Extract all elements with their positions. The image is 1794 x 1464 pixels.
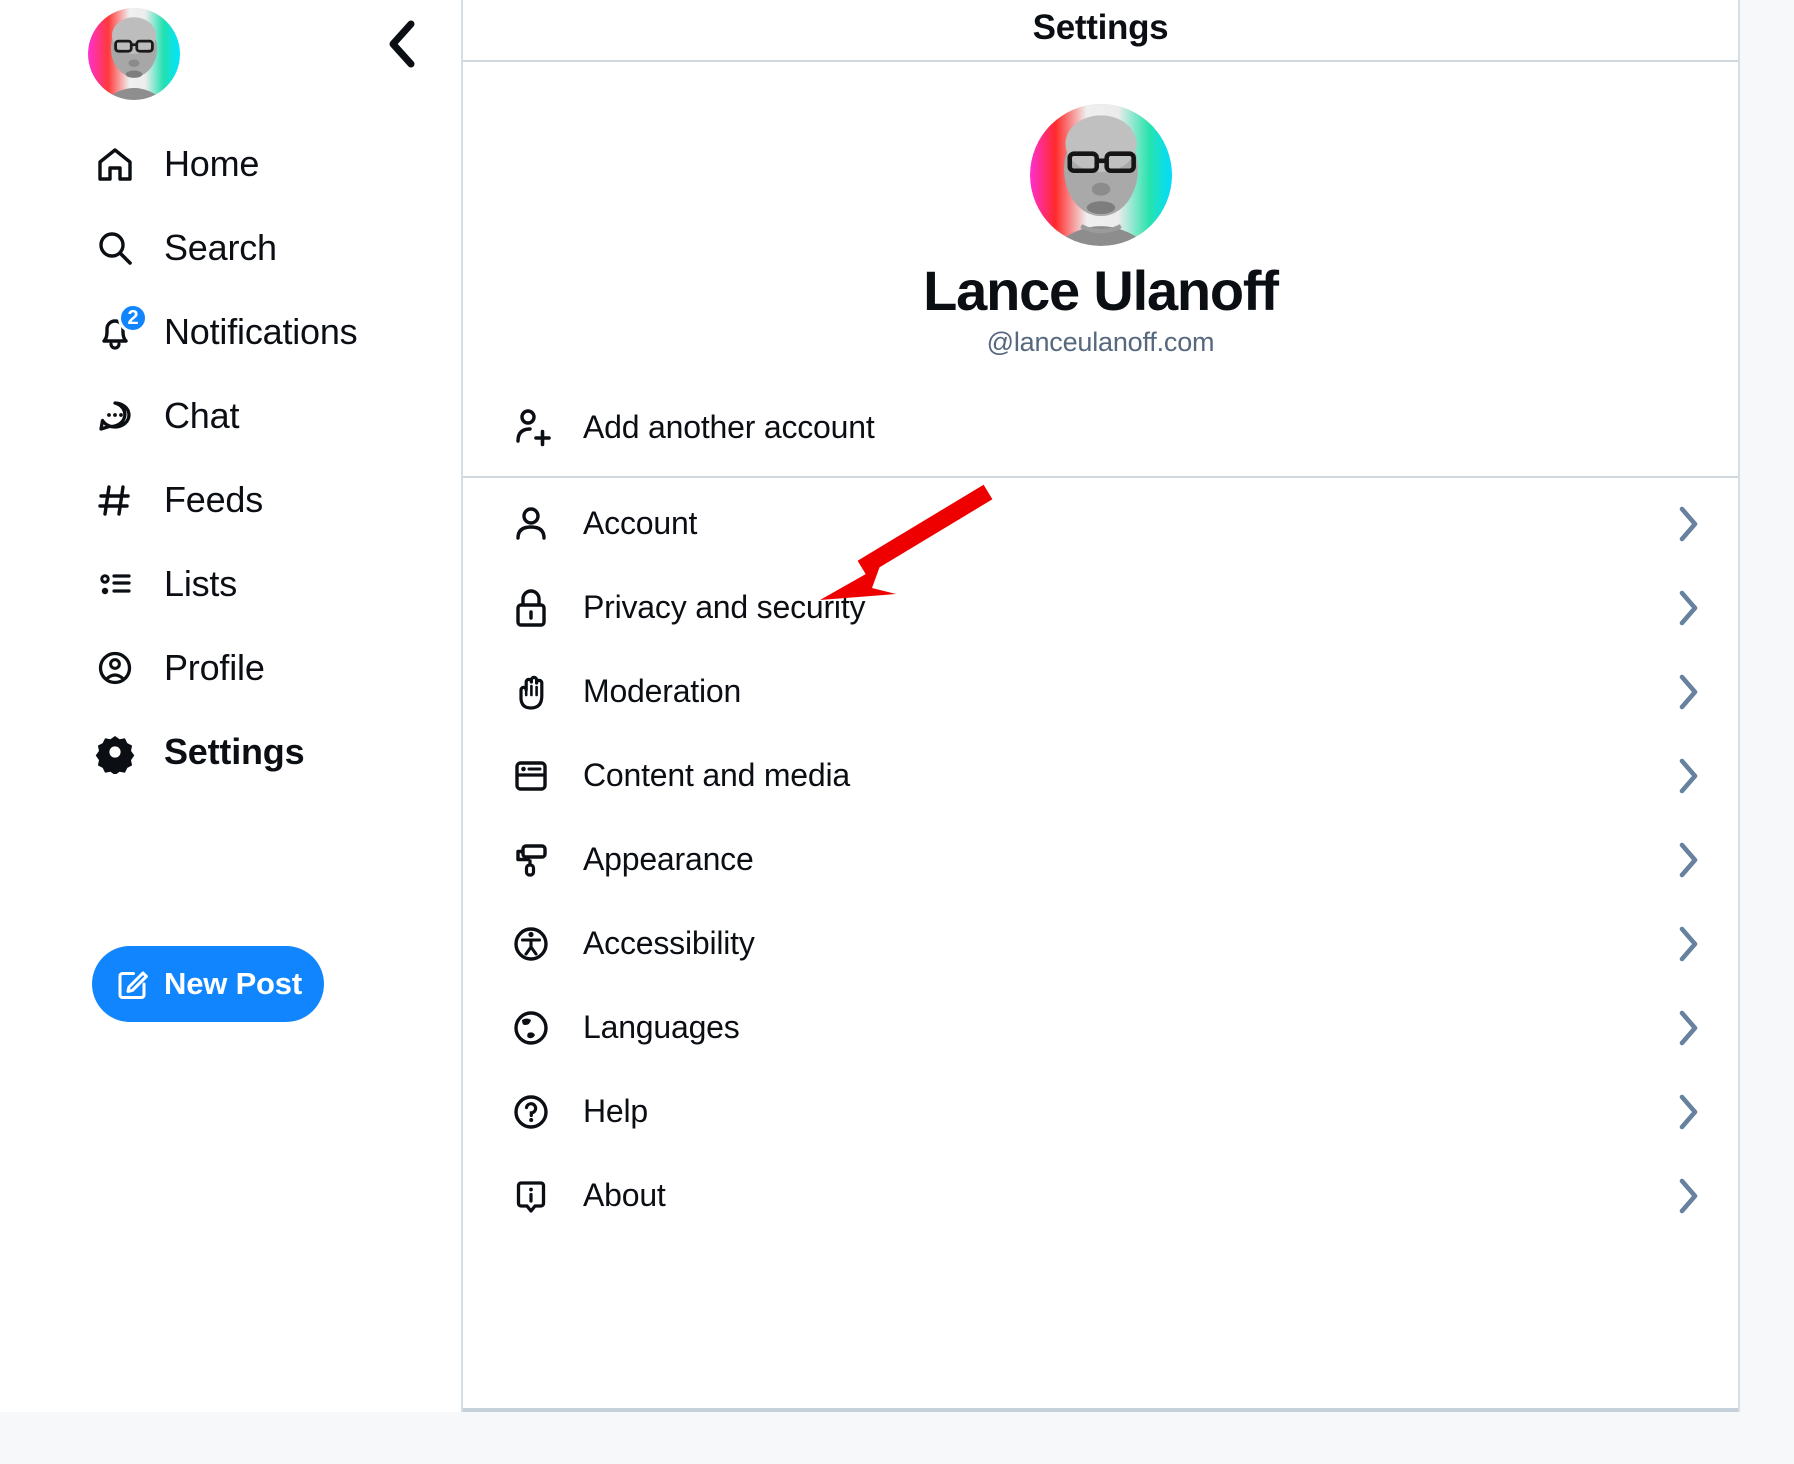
hashtag-icon <box>92 477 138 523</box>
settings-row-label: Languages <box>583 1009 740 1046</box>
sidebar-item-label: Feeds <box>164 479 264 520</box>
sidebar-item-settings[interactable]: Settings <box>0 710 461 794</box>
sidebar-item-label: Notifications <box>164 311 358 352</box>
sidebar-item-chat[interactable]: Chat <box>0 374 461 458</box>
chevron-right-icon <box>1672 506 1706 542</box>
chevron-right-icon <box>1672 674 1706 710</box>
main-header: Settings <box>463 0 1738 62</box>
profile-avatar-image <box>1029 104 1172 246</box>
profile-avatar[interactable] <box>1029 104 1172 246</box>
sidebar-item-label: Settings <box>164 731 305 772</box>
sidebar-item-label: Lists <box>164 563 238 604</box>
settings-row-content-and-media[interactable]: Content and media <box>463 734 1738 818</box>
add-another-account-label: Add another account <box>583 409 875 446</box>
profile-name: Lance Ulanoff <box>923 259 1279 322</box>
chevron-right-icon <box>1672 842 1706 878</box>
chevron-right-icon <box>1672 1178 1706 1214</box>
add-another-account-row[interactable]: Add another account <box>463 380 1738 476</box>
globe-icon <box>505 1002 557 1054</box>
settings-row-label: Accessibility <box>583 925 755 962</box>
avatar-image <box>88 8 180 100</box>
settings-row-accessibility[interactable]: Accessibility <box>463 902 1738 986</box>
sidebar-header <box>0 0 461 110</box>
sidebar-item-profile[interactable]: Profile <box>0 626 461 710</box>
accessibility-icon <box>505 918 557 970</box>
settings-row-moderation[interactable]: Moderation <box>463 650 1738 734</box>
chevron-right-icon <box>1672 590 1706 626</box>
chat-bubble-icon <box>92 393 138 439</box>
search-icon <box>92 225 138 271</box>
bell-icon: 2 <box>92 303 148 355</box>
sidebar-nav: Home Search 2 Notifications Chat Feeds L… <box>0 122 461 794</box>
sidebar-item-notifications[interactable]: 2 Notifications <box>0 290 461 374</box>
question-circle-icon <box>505 1086 557 1138</box>
profile-summary: Lance Ulanoff @lanceulanoff.com <box>463 62 1738 358</box>
home-icon <box>92 141 138 187</box>
bottom-divider <box>463 1408 1738 1412</box>
compose-icon <box>114 966 150 1002</box>
sidebar-item-label: Chat <box>164 395 240 436</box>
notifications-badge: 2 <box>118 303 148 333</box>
lock-icon <box>505 582 557 634</box>
list-icon <box>92 561 138 607</box>
settings-row-about[interactable]: About <box>463 1154 1738 1238</box>
new-post-button[interactable]: New Post <box>92 946 324 1022</box>
page-title: Settings <box>1032 8 1169 47</box>
info-bubble-icon <box>505 1170 557 1222</box>
sidebar-item-label: Profile <box>164 647 265 688</box>
window-card-icon <box>505 750 557 802</box>
raised-hand-icon <box>505 666 557 718</box>
chevron-right-icon <box>1672 1010 1706 1046</box>
new-post-label: New Post <box>164 966 302 1001</box>
avatar[interactable] <box>88 8 180 100</box>
person-icon <box>505 498 557 550</box>
settings-row-help[interactable]: Help <box>463 1070 1738 1154</box>
paint-roller-icon <box>505 834 557 886</box>
sidebar-item-label: Search <box>164 227 277 268</box>
sidebar-item-search[interactable]: Search <box>0 206 461 290</box>
settings-row-appearance[interactable]: Appearance <box>463 818 1738 902</box>
settings-list: Account Privacy and security Moderation … <box>463 478 1738 1238</box>
user-circle-icon <box>92 645 138 691</box>
settings-row-label: About <box>583 1177 666 1214</box>
settings-row-label: Help <box>583 1093 649 1130</box>
settings-row-label: Moderation <box>583 673 742 710</box>
settings-row-privacy-and-security[interactable]: Privacy and security <box>463 566 1738 650</box>
chevron-right-icon <box>1672 1094 1706 1130</box>
settings-row-label: Privacy and security <box>583 589 866 626</box>
sidebar-item-lists[interactable]: Lists <box>0 542 461 626</box>
profile-handle: @lanceulanoff.com <box>986 326 1215 357</box>
settings-row-label: Content and media <box>583 757 851 794</box>
sidebar-collapse-button[interactable] <box>370 12 434 76</box>
app-window: Home Search 2 Notifications Chat Feeds L… <box>0 0 1794 1464</box>
chevron-left-icon <box>389 20 415 68</box>
chevron-right-icon <box>1672 758 1706 794</box>
user-plus-icon <box>505 402 557 454</box>
sidebar-item-label: Home <box>164 143 260 184</box>
main-column: Settings Lance Ulanoff @lanceulanoff.com… <box>463 0 1740 1412</box>
sidebar-item-home[interactable]: Home <box>0 122 461 206</box>
settings-row-label: Appearance <box>583 841 754 878</box>
sidebar: Home Search 2 Notifications Chat Feeds L… <box>0 0 463 1412</box>
settings-row-account[interactable]: Account <box>463 482 1738 566</box>
settings-row-label: Account <box>583 505 698 542</box>
chevron-right-icon <box>1672 926 1706 962</box>
settings-row-languages[interactable]: Languages <box>463 986 1738 1070</box>
gear-icon <box>92 729 138 775</box>
sidebar-item-feeds[interactable]: Feeds <box>0 458 461 542</box>
